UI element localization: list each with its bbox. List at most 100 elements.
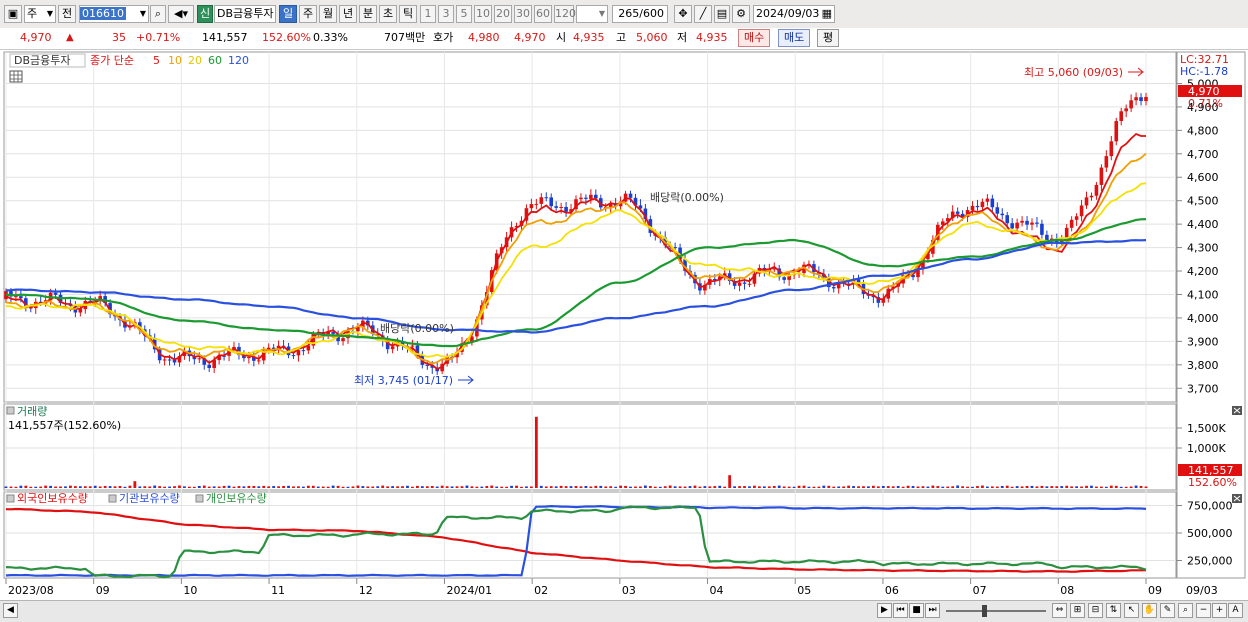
candle-body [1124,108,1128,112]
interval-20[interactable]: 20 [494,5,512,23]
period-week[interactable]: 주 [299,5,317,23]
period-year[interactable]: 년 [339,5,357,23]
candle-body [19,296,23,299]
candle-body [970,205,975,211]
volume-bar [896,485,900,488]
crosshair-icon[interactable]: ✥ [674,5,692,23]
shrink-icon[interactable]: ⊟ [1088,603,1103,618]
stop-icon[interactable]: ■ [909,603,924,618]
plus-icon[interactable]: + [1212,603,1227,618]
volume-bar [1020,486,1024,488]
table-icon[interactable] [9,70,23,83]
scroll-left-icon[interactable]: ◀ [3,603,18,618]
price-tick-label: 4,300 [1187,242,1219,255]
volume-bar [609,486,613,488]
period-day[interactable]: 일 [279,5,297,23]
volume-bar [1124,486,1128,488]
candle-body [539,197,544,204]
code-input[interactable]: 016610 ▼ [79,5,149,23]
volume-bar [916,486,920,488]
font-size-icon[interactable]: A [1228,603,1243,618]
volume-bar [802,485,806,488]
holdings-panel[interactable] [3,491,1177,579]
ask-price: 4,980 [468,31,500,44]
save-icon[interactable]: ▤ [714,5,730,23]
cursor-icon[interactable]: ↖ [1124,603,1139,618]
volume-bar [64,486,67,488]
buy-button[interactable]: 매수 [738,29,771,47]
period-month[interactable]: 월 [319,5,337,23]
chevron-down-icon: ▼ [139,9,146,18]
interval-1[interactable]: 1 [420,5,436,23]
volume-bar [1075,486,1079,488]
volume-bar [267,486,271,488]
volume-panel[interactable] [3,403,1177,491]
volume-bar [450,486,454,488]
interval-3[interactable]: 3 [438,5,454,23]
stock-chart[interactable]: 3,700 3,800 3,900 4,000 4,100 4,200 4,300 4,400… [0,50,1248,600]
volume-bar [495,486,499,488]
minus-icon[interactable]: − [1196,603,1211,618]
interval-120[interactable]: 120 [554,5,576,23]
gear-icon[interactable]: ⚙ [732,5,750,23]
interval-30[interactable]: 30 [514,5,532,23]
volume-bar [976,486,979,488]
search-icon[interactable]: ⌕ [150,5,166,23]
candle-body [1104,156,1109,168]
candle-body [1134,97,1138,101]
count-input[interactable]: 265/600 [612,5,668,23]
jump-start-icon[interactable]: ⏮ [893,603,908,618]
volume-bar [985,486,989,488]
volume-bar [376,486,380,488]
interval-10[interactable]: 10 [474,5,492,23]
chart-scrollbar[interactable]: ◀ ▶ ⏮ ■ ⏭ ⇔ ⊞ ⊟ ⇅ ↖ ✋ ✎ ⌕ − + A [0,600,1248,622]
period-second[interactable]: 초 [379,5,397,23]
sort-icon[interactable]: ⇅ [1106,603,1121,618]
ma-10-label: 10 [168,54,182,67]
draw-line-icon[interactable]: ╱ [694,5,712,23]
chart-area[interactable]: 3,700 3,800 3,900 4,000 4,100 4,200 4,300 4,400… [0,50,1248,600]
volume-bar [1070,486,1074,488]
volume-bar [282,486,285,488]
volume-bar [629,486,632,488]
volume-bar [222,485,226,488]
volume-bar [460,486,464,488]
volume-bar [366,486,370,488]
chart-menu-icon[interactable]: ▣ [4,5,22,23]
volume-bar [549,486,553,488]
prev-button[interactable]: 전 [58,5,76,23]
speaker-icon[interactable]: ◀▾ [168,5,194,23]
calendar-icon[interactable]: ▦ [822,6,832,22]
volume-bar [807,486,811,488]
zoom-out-icon[interactable]: ⌕ [1178,603,1193,618]
volume-bar [1099,486,1103,488]
expand-icon[interactable]: ⊞ [1070,603,1085,618]
volume-bar [59,486,62,488]
date-input[interactable]: 2024/09/03 ▦ [753,5,835,23]
volume-bar [475,486,479,488]
period-tick[interactable]: 틱 [399,5,417,23]
sell-button[interactable]: 매도 [778,29,811,47]
volume-bar [579,486,583,488]
volume-bar [103,485,107,488]
hand-icon[interactable]: ✋ [1142,603,1157,618]
interval-60[interactable]: 60 [534,5,552,23]
scroll-right-icon[interactable]: ▶ [877,603,892,618]
interval-5[interactable]: 5 [456,5,472,23]
interval-select[interactable]: ▼ [576,5,608,23]
candle-body [1010,223,1014,229]
zoom-slider-handle[interactable] [982,605,987,617]
period-minute[interactable]: 분 [359,5,377,23]
volume-bar [792,486,796,488]
volume-bar [990,486,994,488]
evaluate-button[interactable]: 평 [817,29,840,47]
fit-icon[interactable]: ⇔ [1052,603,1067,618]
market-select[interactable]: 주 ▼ [24,5,56,23]
pencil-icon[interactable]: ✎ [1160,603,1175,618]
volume-bar [862,486,865,488]
jump-end-icon[interactable]: ⏭ [925,603,940,618]
price-tick-label: 4,100 [1187,288,1219,301]
zoom-slider-track[interactable] [946,610,1046,612]
volume-bar [1095,486,1098,488]
candle-body [985,198,990,202]
